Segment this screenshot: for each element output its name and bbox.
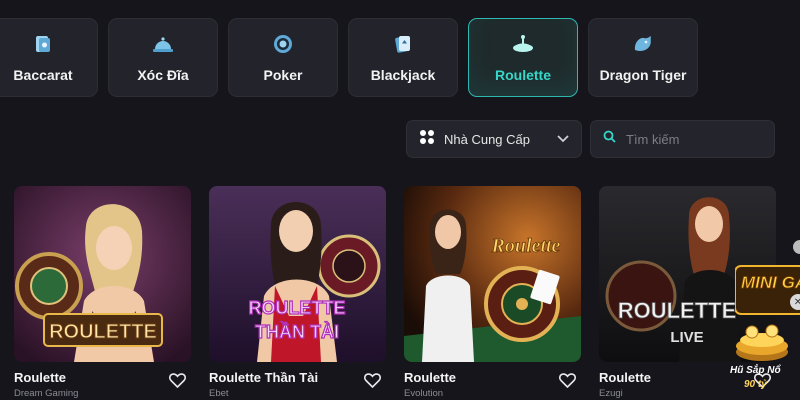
game-provider: Ebet [209, 388, 229, 400]
game-title[interactable]: Roulette Thần Tài [209, 370, 318, 385]
grid-icon [419, 129, 435, 150]
favorite-heart-icon[interactable] [557, 370, 577, 390]
game-card-roulette-evolution[interactable]: Roulette Roulette Evolution [404, 186, 581, 399]
game-thumbnail[interactable]: ROULETTE THẦN TÀI [209, 186, 386, 362]
game-grid: ROULETTE Roulette Dream Gaming ROULETTE … [14, 186, 776, 399]
tab-blackjack[interactable]: Blackjack [348, 18, 458, 97]
tab-dragon-tiger[interactable]: Dragon Tiger [588, 18, 698, 97]
jackpot-promo[interactable]: Hũ Sắp Nổ 90 tỷ [724, 322, 800, 400]
game-title[interactable]: Roulette [599, 370, 651, 385]
favorite-heart-icon[interactable] [167, 370, 187, 390]
thumbnail-banner: Roulette [491, 235, 561, 257]
game-thumbnail[interactable]: ROULETTE [14, 186, 191, 362]
jackpot-caption: Hũ Sắp Nổ [730, 365, 781, 376]
tab-poker[interactable]: Poker [228, 18, 338, 97]
favorite-heart-icon[interactable] [362, 370, 382, 390]
tab-label: Xóc Đĩa [137, 66, 189, 83]
tab-label: Poker [263, 66, 303, 83]
thumbnail-banner: ROULETTE [49, 321, 157, 343]
tab-baccarat[interactable]: Baccarat [0, 18, 98, 97]
svg-text:LIVE: LIVE [670, 329, 703, 346]
search-icon [603, 130, 616, 148]
svg-text:ROULETTE: ROULETTE [249, 298, 346, 318]
game-provider: Dream Gaming [14, 388, 79, 400]
search-input[interactable] [626, 131, 766, 147]
game-provider: Ezugi [599, 388, 623, 400]
search-box [590, 120, 775, 158]
jackpot-amount: 90 tỷ [744, 379, 767, 390]
game-provider: Evolution [404, 388, 444, 400]
game-card-roulette-than-tai[interactable]: ROULETTE THẦN TÀI Roulette Thần Tài Ebet [209, 186, 386, 399]
card-spade-icon [392, 33, 414, 55]
tab-label: Baccarat [13, 66, 73, 83]
cards-icon [32, 33, 54, 55]
provider-label: Nhà Cung Cấp [444, 131, 530, 147]
tab-xoc-dia[interactable]: Xóc Đĩa [108, 18, 218, 97]
game-title[interactable]: Roulette [14, 370, 78, 385]
close-icon[interactable]: ✕ [790, 294, 800, 310]
coin-stack-icon [736, 324, 788, 361]
tab-roulette[interactable]: Roulette [468, 18, 578, 97]
tab-label: Dragon Tiger [599, 66, 687, 83]
mini-game-label: MINI GAME [741, 273, 800, 292]
roulette-icon [512, 33, 534, 55]
tab-label: Blackjack [370, 66, 436, 83]
game-card-roulette-dream-gaming[interactable]: ROULETTE Roulette Dream Gaming [14, 186, 191, 399]
tab-label: Roulette [495, 66, 551, 83]
provider-dropdown[interactable]: Nhà Cung Cấp [406, 120, 582, 158]
scroll-indicator[interactable] [793, 240, 800, 254]
mini-game-badge[interactable]: MINI GAME [734, 260, 800, 320]
game-thumbnail[interactable]: Roulette [404, 186, 581, 362]
chip-icon [272, 33, 294, 55]
chevron-down-icon [557, 130, 569, 148]
svg-text:THẦN TÀI: THẦN TÀI [255, 321, 339, 342]
game-title[interactable]: Roulette [404, 370, 456, 385]
svg-text:ROULETTE: ROULETTE [618, 298, 737, 323]
bell-icon [152, 33, 174, 55]
dragon-icon [632, 33, 654, 55]
category-tabs: Baccarat Xóc Đĩa Poker Blackjack Roulett… [0, 18, 698, 97]
